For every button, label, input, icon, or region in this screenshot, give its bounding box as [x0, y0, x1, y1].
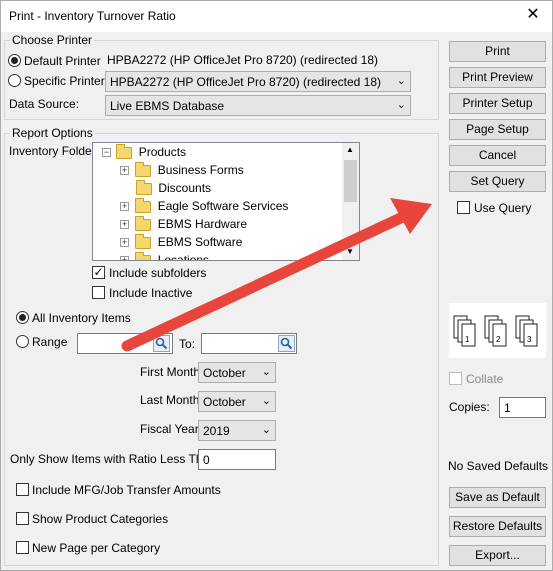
annotation-arrow: [121, 198, 432, 352]
